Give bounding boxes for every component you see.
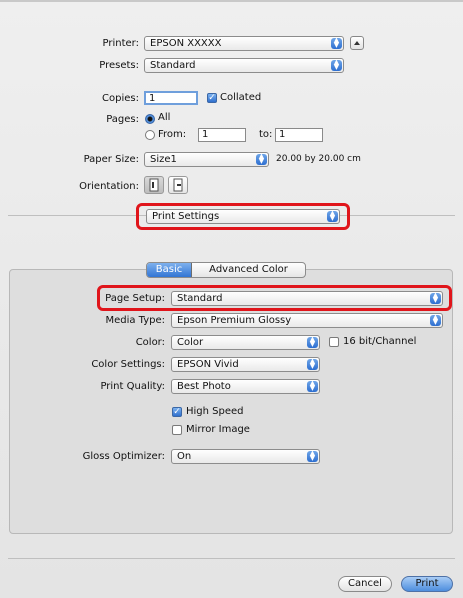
high-speed-label: High Speed [186, 406, 244, 417]
pages-all-radio[interactable] [145, 114, 155, 124]
collated-label: Collated [220, 92, 262, 103]
orientation-landscape-button[interactable] [168, 176, 188, 194]
separator [8, 558, 455, 559]
portrait-icon [149, 178, 159, 192]
collated-checkbox[interactable]: ✓ [207, 93, 217, 103]
color-settings-label: Color Settings: [91, 359, 165, 370]
media-type-popup[interactable]: Epson Premium Glossy ▲ ▼ [171, 313, 443, 328]
pages-to-field[interactable]: 1 [275, 128, 323, 142]
color-label: Color: [135, 337, 165, 348]
sixteen-bit-checkbox[interactable] [329, 337, 339, 347]
print-quality-label: Print Quality: [100, 381, 165, 392]
popup-arrows-icon: ▲ ▼ [331, 37, 342, 49]
popup-arrows-icon: ▲ ▼ [307, 336, 318, 348]
paper-size-popup[interactable]: Size1 ▲ ▼ [144, 152, 269, 167]
pages-from-field[interactable]: 1 [198, 128, 246, 142]
orientation-label: Orientation: [79, 181, 139, 192]
copies-label: Copies: [102, 93, 139, 104]
color-value: Color [177, 337, 204, 348]
gloss-optimizer-popup[interactable]: On ▲ ▼ [171, 449, 320, 464]
color-settings-value: EPSON Vivid [177, 359, 239, 370]
triangle-up-icon [354, 41, 360, 45]
cancel-button[interactable]: Cancel [338, 576, 392, 592]
popup-arrows-icon: ▲ ▼ [430, 314, 441, 326]
presets-popup[interactable]: Standard ▲ ▼ [144, 58, 344, 73]
settings-tabs: Basic Advanced Color Settings [146, 262, 306, 278]
sixteen-bit-label: 16 bit/Channel [343, 336, 417, 347]
color-settings-popup[interactable]: EPSON Vivid ▲ ▼ [171, 357, 320, 372]
printer-popup[interactable]: EPSON XXXXX ▲ ▼ [144, 36, 344, 51]
tab-advanced-color-settings[interactable]: Advanced Color Settings [192, 263, 305, 277]
paper-dimensions: 20.00 by 20.00 cm [276, 154, 361, 164]
mirror-image-label: Mirror Image [186, 424, 250, 435]
popup-arrows-icon: ▲ ▼ [256, 153, 267, 165]
pages-from-label: From: [158, 129, 187, 140]
printer-label: Printer: [102, 38, 139, 49]
pages-to-label: to: [259, 129, 273, 140]
orientation-portrait-button[interactable] [144, 176, 164, 194]
paper-size-label: Paper Size: [83, 154, 139, 165]
gloss-optimizer-label: Gloss Optimizer: [82, 451, 165, 462]
gloss-optimizer-value: On [177, 451, 192, 462]
high-speed-checkbox[interactable]: ✓ [172, 407, 182, 417]
popup-arrows-icon: ▲ ▼ [331, 59, 342, 71]
paper-size-value: Size1 [150, 154, 177, 165]
presets-value: Standard [150, 60, 196, 71]
media-type-value: Epson Premium Glossy [177, 315, 292, 326]
print-dialog: Printer: EPSON XXXXX ▲ ▼ Presets: Standar… [0, 0, 463, 598]
page-setup-highlight [97, 285, 452, 311]
presets-label: Presets: [99, 60, 139, 71]
printer-value: EPSON XXXXX [150, 38, 222, 49]
mirror-image-checkbox[interactable] [172, 425, 182, 435]
disclosure-up-button[interactable] [350, 36, 364, 50]
popup-arrows-icon: ▲ ▼ [307, 450, 318, 462]
landscape-icon [173, 178, 183, 192]
pages-all-label: All [158, 112, 171, 123]
media-type-label: Media Type: [105, 315, 165, 326]
pages-from-radio[interactable] [145, 130, 155, 140]
popup-arrows-icon: ▲ ▼ [307, 358, 318, 370]
print-quality-popup[interactable]: Best Photo ▲ ▼ [171, 379, 320, 394]
pages-label: Pages: [106, 114, 139, 125]
popup-arrows-icon: ▲ ▼ [307, 380, 318, 392]
print-quality-value: Best Photo [177, 381, 231, 392]
color-popup[interactable]: Color ▲ ▼ [171, 335, 320, 350]
print-button[interactable]: Print [401, 576, 453, 592]
print-settings-highlight [136, 203, 350, 230]
tab-basic[interactable]: Basic [147, 263, 192, 277]
copies-field[interactable]: 1 [144, 91, 198, 105]
